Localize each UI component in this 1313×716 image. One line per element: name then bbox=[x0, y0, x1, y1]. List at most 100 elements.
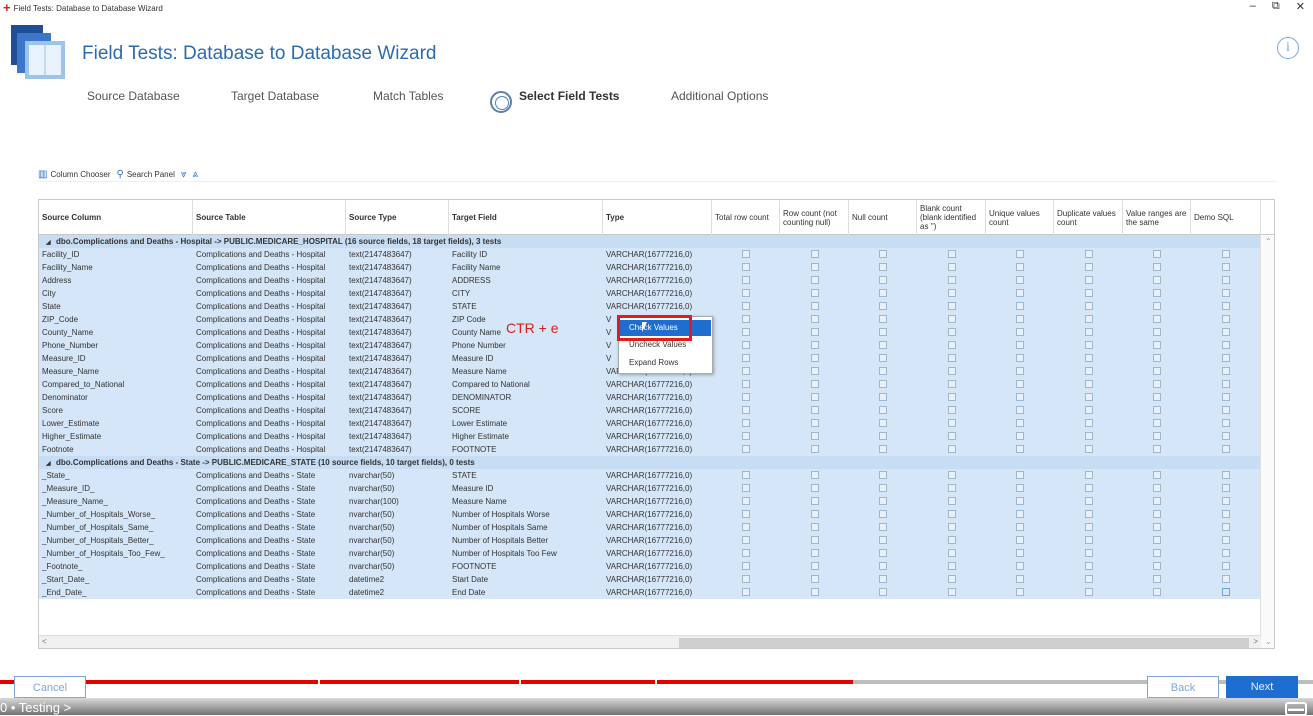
test-checkbox[interactable] bbox=[879, 432, 887, 440]
table-row[interactable]: _Start_Date_ Complications and Deaths - S… bbox=[39, 573, 1261, 586]
table-row[interactable]: Facility_Name Complications and Deaths - … bbox=[39, 261, 1261, 274]
test-checkbox[interactable] bbox=[879, 549, 887, 557]
next-button[interactable]: Next bbox=[1226, 676, 1298, 698]
test-checkbox[interactable] bbox=[1084, 588, 1093, 596]
test-checkbox[interactable] bbox=[1153, 315, 1161, 323]
test-checkbox[interactable] bbox=[879, 484, 887, 492]
test-checkbox[interactable] bbox=[947, 276, 956, 284]
table-row[interactable]: Score Complications and Deaths - Hospital… bbox=[39, 404, 1261, 417]
test-checkbox[interactable] bbox=[810, 406, 819, 414]
test-checkbox[interactable] bbox=[947, 263, 956, 271]
test-checkbox[interactable] bbox=[947, 432, 956, 440]
test-checkbox[interactable] bbox=[947, 549, 956, 557]
test-checkbox[interactable] bbox=[810, 341, 819, 349]
test-checkbox[interactable] bbox=[1016, 510, 1024, 518]
group-row[interactable]: ◢ dbo.Complications and Deaths - Hospita… bbox=[39, 235, 1261, 248]
scroll-down-icon[interactable]: ⌄ bbox=[1265, 637, 1272, 646]
test-checkbox[interactable] bbox=[947, 510, 956, 518]
test-checkbox[interactable] bbox=[1016, 380, 1024, 388]
test-checkbox[interactable] bbox=[810, 380, 819, 388]
test-checkbox[interactable] bbox=[1153, 419, 1161, 427]
test-checkbox[interactable] bbox=[1084, 393, 1093, 401]
test-checkbox[interactable] bbox=[1153, 497, 1161, 505]
expand-all-icon[interactable]: ⩔ bbox=[181, 169, 187, 180]
test-checkbox[interactable] bbox=[879, 497, 887, 505]
test-checkbox[interactable] bbox=[742, 562, 750, 570]
test-checkbox[interactable] bbox=[810, 497, 819, 505]
test-checkbox[interactable] bbox=[1153, 562, 1161, 570]
test-checkbox[interactable] bbox=[810, 432, 819, 440]
test-checkbox[interactable] bbox=[1016, 497, 1024, 505]
test-checkbox[interactable] bbox=[1222, 484, 1230, 492]
test-checkbox[interactable] bbox=[879, 263, 887, 271]
test-checkbox[interactable] bbox=[1222, 432, 1230, 440]
test-checkbox[interactable] bbox=[947, 562, 956, 570]
test-checkbox[interactable] bbox=[1084, 367, 1093, 375]
test-checkbox[interactable] bbox=[879, 341, 887, 349]
test-checkbox[interactable] bbox=[1016, 393, 1024, 401]
test-checkbox[interactable] bbox=[1222, 263, 1230, 271]
column-header[interactable]: Duplicate values count bbox=[1054, 200, 1123, 235]
test-checkbox[interactable] bbox=[1153, 354, 1161, 362]
test-checkbox[interactable] bbox=[1016, 445, 1024, 453]
test-checkbox[interactable] bbox=[1084, 471, 1093, 479]
test-checkbox[interactable] bbox=[742, 341, 750, 349]
test-checkbox[interactable] bbox=[1084, 562, 1093, 570]
test-checkbox[interactable] bbox=[947, 536, 956, 544]
test-checkbox[interactable] bbox=[1016, 328, 1024, 336]
test-checkbox[interactable] bbox=[947, 393, 956, 401]
test-checkbox[interactable] bbox=[879, 302, 887, 310]
step-source-database[interactable]: Source Database bbox=[87, 89, 180, 103]
test-checkbox[interactable] bbox=[879, 250, 887, 258]
test-checkbox[interactable] bbox=[1084, 484, 1093, 492]
step-select-field-tests[interactable]: Select Field Tests bbox=[519, 89, 619, 103]
table-row[interactable]: _Measure_ID_ Complications and Deaths - S… bbox=[39, 482, 1261, 495]
test-checkbox[interactable] bbox=[810, 328, 819, 336]
test-checkbox[interactable] bbox=[879, 367, 887, 375]
test-checkbox[interactable] bbox=[879, 445, 887, 453]
test-checkbox[interactable] bbox=[1084, 354, 1093, 362]
test-checkbox[interactable] bbox=[1153, 328, 1161, 336]
test-checkbox[interactable] bbox=[742, 328, 750, 336]
test-checkbox[interactable] bbox=[1016, 523, 1024, 531]
test-checkbox[interactable] bbox=[810, 354, 819, 362]
test-checkbox[interactable] bbox=[947, 497, 956, 505]
test-checkbox[interactable] bbox=[1084, 549, 1093, 557]
horizontal-scroll-thumb[interactable] bbox=[679, 638, 1249, 648]
step-match-tables[interactable]: Match Tables bbox=[373, 89, 443, 103]
captions-icon[interactable]: ▬▬ bbox=[1285, 702, 1307, 716]
test-checkbox[interactable] bbox=[742, 445, 750, 453]
scroll-up-icon[interactable]: ⌃ bbox=[1265, 237, 1272, 246]
test-checkbox[interactable] bbox=[1153, 367, 1161, 375]
test-checkbox[interactable] bbox=[1016, 276, 1024, 284]
collapse-group-icon[interactable]: ◢ bbox=[46, 240, 51, 246]
test-checkbox[interactable] bbox=[1153, 341, 1161, 349]
test-checkbox[interactable] bbox=[947, 328, 956, 336]
test-checkbox[interactable] bbox=[1016, 471, 1024, 479]
scroll-right-icon[interactable]: > bbox=[1253, 637, 1258, 646]
test-checkbox[interactable] bbox=[1084, 523, 1093, 531]
test-checkbox[interactable] bbox=[1016, 536, 1024, 544]
test-checkbox[interactable] bbox=[947, 575, 956, 583]
test-checkbox[interactable] bbox=[879, 315, 887, 323]
test-checkbox[interactable] bbox=[1153, 484, 1161, 492]
test-checkbox[interactable] bbox=[742, 497, 750, 505]
test-checkbox[interactable] bbox=[810, 393, 819, 401]
test-checkbox[interactable] bbox=[810, 445, 819, 453]
table-row[interactable]: _Number_of_Hospitals_Too_Few_ Complicatio… bbox=[39, 547, 1261, 560]
test-checkbox[interactable] bbox=[947, 406, 956, 414]
collapse-all-icon[interactable]: ⩓ bbox=[192, 169, 198, 180]
test-checkbox[interactable] bbox=[1084, 263, 1093, 271]
test-checkbox[interactable] bbox=[1153, 302, 1161, 310]
test-checkbox[interactable] bbox=[810, 575, 819, 583]
table-row[interactable]: Facility_ID Complications and Deaths - Ho… bbox=[39, 248, 1261, 261]
test-checkbox[interactable] bbox=[879, 276, 887, 284]
test-checkbox[interactable] bbox=[879, 523, 887, 531]
test-checkbox[interactable] bbox=[1153, 380, 1161, 388]
test-checkbox[interactable] bbox=[742, 367, 750, 375]
test-checkbox[interactable] bbox=[742, 471, 750, 479]
collapse-group-icon[interactable]: ◢ bbox=[46, 461, 51, 467]
test-checkbox[interactable] bbox=[742, 263, 750, 271]
test-checkbox[interactable] bbox=[810, 419, 819, 427]
table-row[interactable]: _Number_of_Hospitals_Same_ Complications … bbox=[39, 521, 1261, 534]
